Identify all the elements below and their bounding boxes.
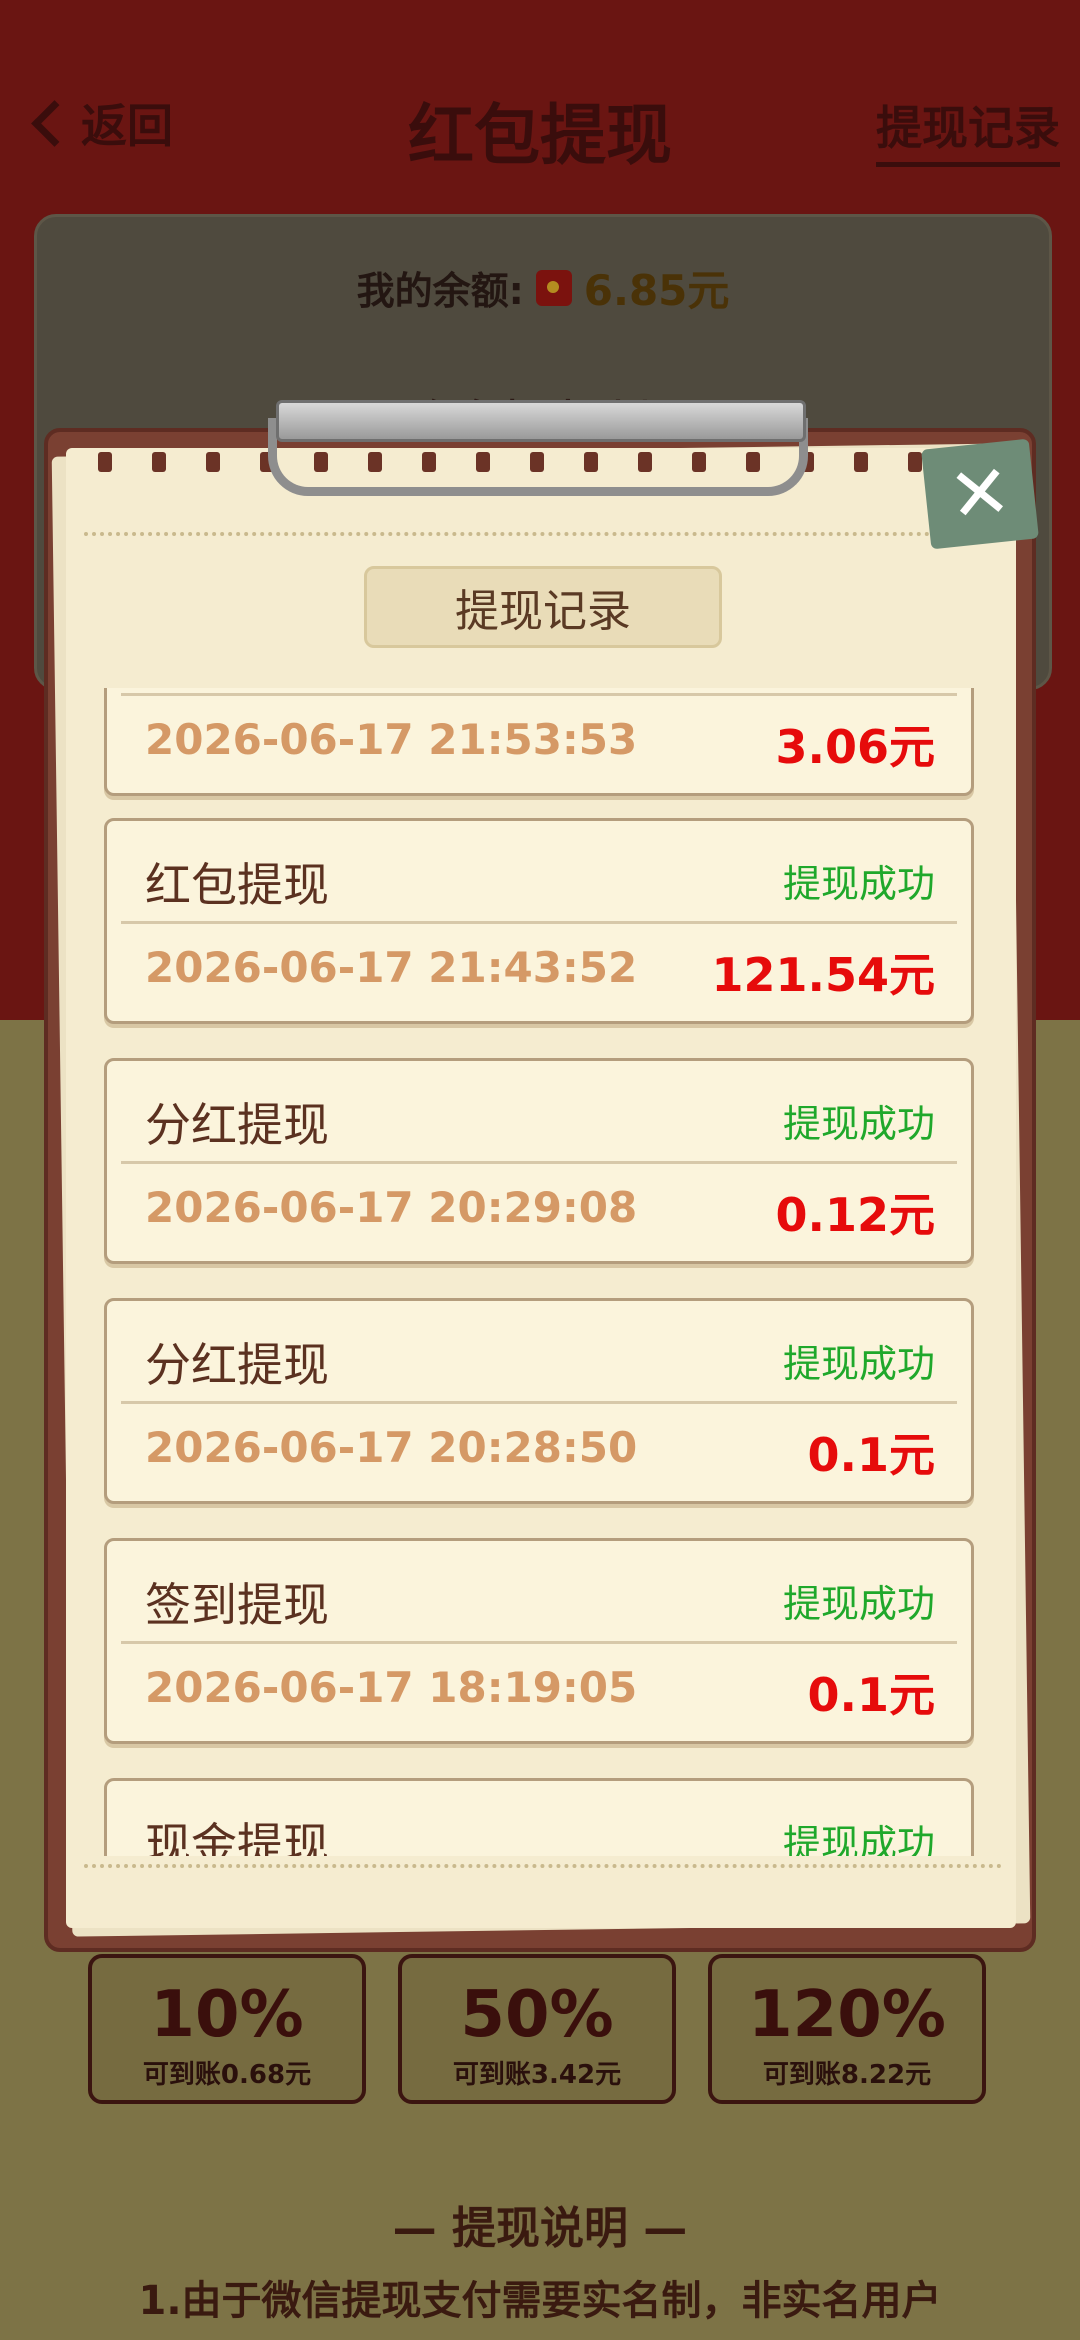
record-amount: 0.1元 <box>807 1668 936 1722</box>
records-list[interactable]: 2026-06-17 21:53:53 3.06元 红包提现 提现成功 2026… <box>104 688 976 1856</box>
record-divider <box>121 1401 957 1404</box>
record-status: 提现成功 <box>782 862 935 906</box>
record-amount: 0.1元 <box>807 1428 936 1482</box>
record-divider <box>121 1161 957 1164</box>
record-title: 分红提现 <box>145 1338 329 1392</box>
record-amount: 121.54元 <box>711 948 935 1002</box>
record-time: 2026-06-17 18:19:05 <box>145 1663 638 1712</box>
record-time: 2026-06-17 20:29:08 <box>145 1183 638 1232</box>
record-divider <box>121 1641 957 1644</box>
record-item: 2026-06-17 21:53:53 3.06元 <box>104 688 974 796</box>
record-amount: 0.12元 <box>775 1188 936 1242</box>
paper-dotted-line-top <box>84 532 1002 536</box>
record-time: 2026-06-17 21:53:53 <box>145 715 638 764</box>
modal-title: 提现记录 <box>364 566 722 648</box>
record-time: 2026-06-17 20:28:50 <box>145 1423 638 1472</box>
record-title: 现金提现 <box>145 1818 329 1856</box>
record-item: 红包提现 提现成功 2026-06-17 21:43:52 121.54元 <box>104 818 974 1024</box>
record-title: 分红提现 <box>145 1098 329 1152</box>
record-item: 签到提现 提现成功 2026-06-17 18:19:05 0.1元 <box>104 1538 974 1744</box>
paper-dotted-line-bottom <box>84 1864 1002 1868</box>
record-status: 提现成功 <box>782 1582 935 1626</box>
record-title: 红包提现 <box>145 858 329 912</box>
record-amount: 3.06元 <box>775 720 936 774</box>
record-status: 提现成功 <box>782 1822 935 1856</box>
clipboard-clip-bar <box>276 400 806 442</box>
record-status: 提现成功 <box>782 1102 935 1146</box>
record-title: 签到提现 <box>145 1578 329 1632</box>
record-item: 现金提现 提现成功 <box>104 1778 974 1856</box>
record-time: 2026-06-17 21:43:52 <box>145 943 638 992</box>
record-item: 分红提现 提现成功 2026-06-17 20:28:50 0.1元 <box>104 1298 974 1504</box>
record-status: 提现成功 <box>782 1342 935 1386</box>
record-divider <box>121 921 957 924</box>
close-icon[interactable]: ✕ <box>921 438 1039 550</box>
record-divider <box>121 693 957 696</box>
record-item: 分红提现 提现成功 2026-06-17 20:29:08 0.12元 <box>104 1058 974 1264</box>
